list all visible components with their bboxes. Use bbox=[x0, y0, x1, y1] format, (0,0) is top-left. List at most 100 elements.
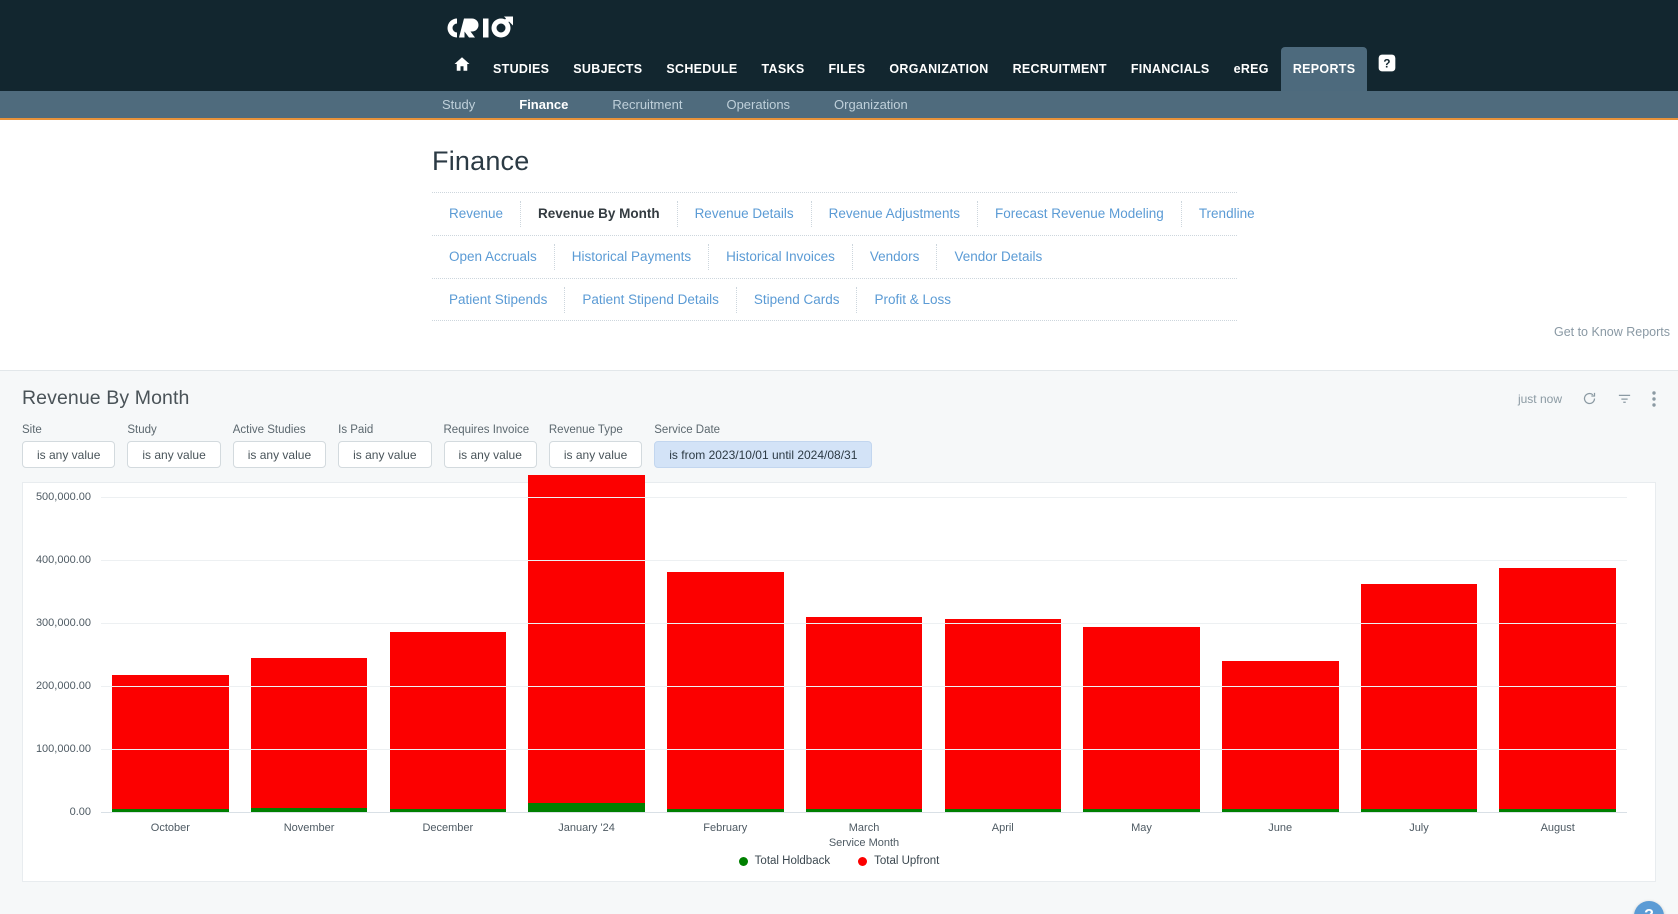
chart-bar-segment-total-upfront[interactable] bbox=[528, 474, 645, 803]
chart-bar-group[interactable]: July bbox=[1350, 498, 1489, 834]
chart-bar-group[interactable]: February bbox=[656, 498, 795, 834]
chart-legend: Total Holdback Total Upfront bbox=[23, 855, 1655, 867]
chart-y-tick-label: 100,000.00 bbox=[35, 743, 91, 755]
nav-item-ereg[interactable]: eREG bbox=[1222, 47, 1281, 91]
chart-bar-segment-total-upfront[interactable] bbox=[1360, 584, 1478, 809]
nav-item-schedule[interactable]: SCHEDULE bbox=[654, 47, 749, 91]
chart-y-tick-label: 200,000.00 bbox=[35, 680, 91, 692]
chart-bar[interactable] bbox=[1499, 567, 1616, 813]
chart-bar[interactable] bbox=[250, 658, 368, 813]
chart-bar-segment-total-upfront[interactable] bbox=[389, 631, 507, 809]
filter-icon[interactable] bbox=[1617, 391, 1632, 406]
chart-bar-group[interactable]: January '24 bbox=[517, 474, 656, 834]
tab-trendline[interactable]: Trendline bbox=[1182, 201, 1272, 227]
tab-patient-stipend-details[interactable]: Patient Stipend Details bbox=[565, 286, 737, 313]
subnav-item-finance[interactable]: Finance bbox=[497, 97, 590, 112]
chart-gridline: 200,000.00 bbox=[36, 680, 1627, 692]
tab-revenue-details[interactable]: Revenue Details bbox=[678, 201, 812, 227]
chart-bar-group[interactable]: November bbox=[240, 498, 379, 834]
tab-stipend-cards[interactable]: Stipend Cards bbox=[737, 286, 858, 313]
tab-historical-payments[interactable]: Historical Payments bbox=[555, 244, 710, 270]
more-options-icon[interactable] bbox=[1652, 390, 1656, 407]
nav-item-financials[interactable]: FINANCIALS bbox=[1119, 47, 1222, 91]
chart-x-tick-label: May bbox=[1131, 822, 1152, 834]
chart-bar-segment-total-upfront[interactable] bbox=[112, 675, 229, 809]
refresh-icon[interactable] bbox=[1582, 391, 1597, 406]
chart-bar-group[interactable]: May bbox=[1072, 498, 1211, 834]
filter-revenue-type-label: Revenue Type bbox=[548, 424, 623, 436]
filter-study-value[interactable]: is any value bbox=[127, 441, 221, 468]
tab-profit-and-loss[interactable]: Profit & Loss bbox=[857, 287, 968, 313]
filter-is-paid: Is Paid is any value bbox=[338, 424, 432, 468]
tab-open-accruals[interactable]: Open Accruals bbox=[432, 244, 555, 270]
tab-patient-stipends[interactable]: Patient Stipends bbox=[432, 286, 566, 313]
chart-bar-group[interactable]: June bbox=[1211, 498, 1350, 834]
filter-revenue-type: Revenue Type is any value bbox=[548, 424, 643, 468]
crio-logo[interactable] bbox=[443, 10, 523, 46]
home-icon bbox=[453, 47, 471, 91]
nav-item-subjects[interactable]: SUBJECTS bbox=[561, 47, 654, 91]
chart-bar-group[interactable]: December bbox=[378, 498, 517, 834]
nav-item-organization[interactable]: ORGANIZATION bbox=[877, 47, 1000, 91]
chart-legend-item[interactable]: Total Holdback bbox=[738, 855, 830, 867]
filter-active-studies-value[interactable]: is any value bbox=[232, 441, 327, 468]
tab-revenue[interactable]: Revenue bbox=[432, 201, 522, 227]
tab-revenue-adjustments[interactable]: Revenue Adjustments bbox=[812, 201, 978, 227]
filter-requires-invoice-value[interactable]: is any value bbox=[443, 441, 537, 468]
chart-bar-segment-total-upfront[interactable] bbox=[250, 658, 368, 809]
chart-x-tick-label: December bbox=[422, 822, 474, 834]
chart-bar-group[interactable]: August bbox=[1488, 498, 1627, 834]
tab-revenue-by-month[interactable]: Revenue By Month bbox=[521, 201, 678, 227]
chart-bar-segment-total-upfront[interactable] bbox=[1083, 627, 1200, 809]
chart-gridline: 500,000.00 bbox=[36, 491, 1627, 503]
filter-study-label: Study bbox=[127, 424, 157, 436]
chart-bar[interactable] bbox=[1360, 584, 1478, 813]
subnav-item-operations[interactable]: Operations bbox=[704, 97, 812, 112]
nav-item-recruitment[interactable]: RECRUITMENT bbox=[1001, 47, 1119, 91]
filter-site-value[interactable]: is any value bbox=[22, 441, 116, 468]
nav-item-reports[interactable]: REPORTS bbox=[1280, 47, 1368, 91]
filter-revenue-type-value[interactable]: is any value bbox=[548, 441, 643, 468]
nav-item-studies[interactable]: STUDIES bbox=[481, 47, 561, 91]
tab-historical-invoices[interactable]: Historical Invoices bbox=[709, 244, 853, 270]
chart-bar[interactable] bbox=[528, 474, 645, 813]
chart-bar[interactable] bbox=[112, 675, 229, 813]
chart-bar-segment-total-upfront[interactable] bbox=[805, 617, 923, 810]
help-fab-button[interactable]: ? bbox=[1634, 901, 1664, 914]
chart-bar-group[interactable]: October bbox=[101, 498, 240, 834]
chart-card: October November December January '24 Februa… bbox=[22, 474, 1656, 882]
chart-legend-label: Total Upfront bbox=[874, 855, 940, 867]
chart-gridline: 300,000.00 bbox=[36, 617, 1627, 629]
nav-item-files[interactable]: FILES bbox=[816, 47, 877, 91]
filter-is-paid-value[interactable]: is any value bbox=[338, 441, 432, 468]
tab-vendor-details[interactable]: Vendor Details bbox=[937, 244, 1059, 270]
nav-item-tasks[interactable]: TASKS bbox=[750, 47, 817, 91]
chart-legend-item[interactable]: Total Upfront bbox=[858, 855, 939, 867]
filter-study: Study is any value bbox=[127, 424, 221, 468]
report-actions: just now bbox=[1518, 390, 1656, 407]
chart-bar-segment-total-upfront[interactable] bbox=[944, 618, 1062, 809]
get-to-know-reports-link[interactable]: Get to Know Reports bbox=[1554, 325, 1670, 339]
chart-bar[interactable] bbox=[805, 617, 923, 813]
chart-bar[interactable] bbox=[944, 618, 1062, 813]
chart-bar[interactable] bbox=[1083, 627, 1200, 813]
chart-bar[interactable] bbox=[667, 572, 784, 813]
chart-plot-area: October November December January '24 Februa… bbox=[36, 474, 1627, 849]
tab-forecast-revenue-modeling[interactable]: Forecast Revenue Modeling bbox=[978, 201, 1182, 227]
chart-bar[interactable] bbox=[389, 631, 507, 813]
subnav-item-study[interactable]: Study bbox=[420, 97, 497, 112]
chart-bar-segment-total-upfront[interactable] bbox=[1221, 661, 1339, 810]
subnav-item-recruitment[interactable]: Recruitment bbox=[590, 97, 704, 112]
chart-bar[interactable] bbox=[1221, 661, 1339, 813]
filter-active-studies: Active Studies is any value bbox=[232, 424, 327, 468]
chart-bar-group[interactable]: April bbox=[933, 498, 1072, 834]
chart-bar-segment-total-upfront[interactable] bbox=[667, 572, 784, 809]
nav-item-home[interactable] bbox=[443, 47, 481, 91]
chart-bar-group[interactable]: March bbox=[795, 498, 934, 834]
filter-service-date-value[interactable]: is from 2023/10/01 until 2024/08/31 bbox=[654, 441, 873, 468]
nav-item-help[interactable]: ? bbox=[1367, 47, 1407, 91]
page-title: Finance bbox=[432, 146, 530, 176]
chart-bar-segment-total-upfront[interactable] bbox=[1499, 567, 1616, 809]
subnav-item-organization[interactable]: Organization bbox=[812, 97, 930, 112]
tab-vendors[interactable]: Vendors bbox=[853, 244, 938, 270]
